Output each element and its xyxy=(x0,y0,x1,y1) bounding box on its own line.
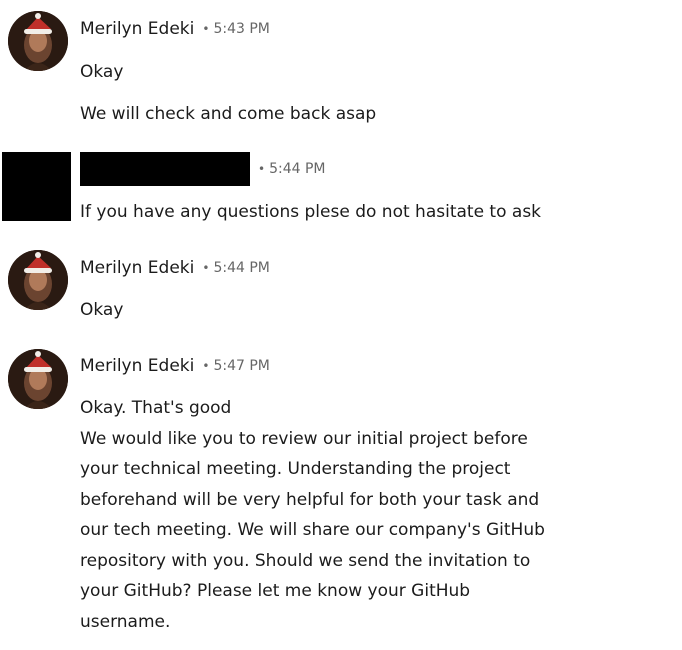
sender-name[interactable]: Merilyn Edeki xyxy=(80,258,194,278)
avatar[interactable] xyxy=(8,11,68,71)
sender-name[interactable]: Merilyn Edeki xyxy=(80,356,194,376)
avatar[interactable] xyxy=(8,349,68,409)
separator-dot: • xyxy=(202,261,210,275)
message-header: • 5:44 PM xyxy=(80,152,326,186)
timestamp: 5:47 PM xyxy=(213,358,270,374)
separator-dot: • xyxy=(202,359,210,373)
separator-dot: • xyxy=(258,162,266,176)
message-text: If you have any questions plese do not h… xyxy=(80,202,542,222)
redacted-sender-name xyxy=(80,152,250,186)
message-text: Okay. That's good We would like you to r… xyxy=(80,398,545,632)
redacted-avatar xyxy=(2,152,71,221)
timestamp: 5:44 PM xyxy=(269,161,326,177)
message-text: We will check and come back asap xyxy=(80,104,377,124)
timestamp: 5:44 PM xyxy=(213,260,270,276)
message-text: Okay xyxy=(80,300,124,320)
message-header: Merilyn Edeki • 5:43 PM xyxy=(80,18,270,40)
timestamp: 5:43 PM xyxy=(213,21,270,37)
avatar[interactable] xyxy=(8,250,68,310)
message-text: Okay xyxy=(80,62,124,82)
separator-dot: • xyxy=(202,22,210,36)
message-header: Merilyn Edeki • 5:47 PM xyxy=(80,355,270,377)
message-header: Merilyn Edeki • 5:44 PM xyxy=(80,257,270,279)
sender-name[interactable]: Merilyn Edeki xyxy=(80,19,194,39)
